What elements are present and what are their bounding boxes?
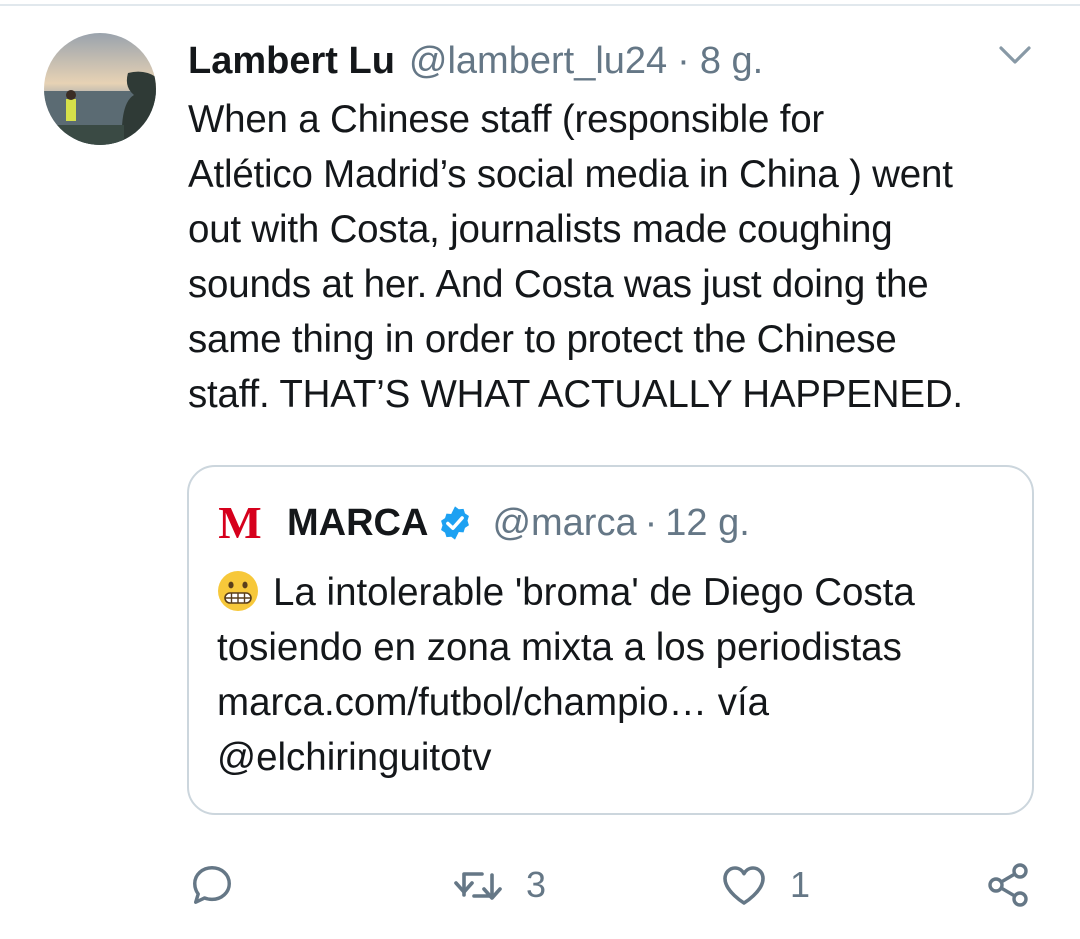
separator-dot: · [677,40,690,82]
tweet-text-line: staff. THAT’S WHAT ACTUALLY HAPPENED. [188,373,963,416]
avatar[interactable] [44,33,156,145]
tweet-text-line: same thing in order to protect the Chine… [188,318,897,361]
share-icon [988,863,1028,907]
quoted-author-handle: @marca [492,501,637,544]
tweet-time[interactable]: 8 g. [700,38,763,84]
quoted-text-line: tosiendo en zona mixta a los periodistas [217,626,902,669]
tweet-text-line: When a Chinese staff (responsible for [188,98,825,141]
reply-icon [193,866,231,904]
heart-icon [723,866,765,905]
grimacing-face-emoji-icon [218,571,258,611]
share-button[interactable] [986,850,1032,920]
separator-dot: · [644,501,658,544]
quoted-tweet-text: La intolerable 'broma' de Diego Costa to… [217,565,1017,785]
reply-button[interactable] [189,850,235,920]
tweet-text: When a Chinese staff (responsible for At… [188,92,1058,422]
like-count: 1 [790,864,811,905]
tweet-text-line: Atlético Madrid’s social media in China … [188,153,953,196]
author-handle[interactable]: @lambert_lu24 [409,38,667,84]
more-options-button[interactable] [998,44,1032,66]
quoted-text-mention[interactable]: @elchiringuitotv [217,730,1017,785]
author-name[interactable]: Lambert Lu [188,38,395,84]
quoted-author-name: MARCA [287,501,429,544]
retweet-icon [454,872,502,900]
marca-logo: M [218,497,262,548]
quoted-text-line-content: La intolerable 'broma' de Diego Costa [273,571,915,614]
avatar-image [44,33,156,145]
chevron-down-icon [999,46,1031,64]
retweet-button[interactable]: 3 [452,850,546,920]
tweet-text-line: sounds at her. And Costa was just doing … [188,263,929,306]
tweet-header: Lambert Lu @lambert_lu24 · 8 g. [188,38,763,84]
quoted-tweet-header: M MARCA @marca · 12 g. [217,499,750,547]
retweet-count: 3 [526,864,547,905]
verified-badge-icon [441,506,470,540]
quoted-text-line: La intolerable 'broma' de Diego Costa [217,565,1017,620]
quoted-text-link[interactable]: marca.com/futbol/champio… vía [217,675,1017,730]
quoted-tweet-time: 12 g. [665,501,750,544]
tweet-text-line: out with Costa, journalists made coughin… [188,208,893,251]
quoted-tweet-card[interactable]: M MARCA @marca · 12 g. La intolerable 'b… [187,465,1034,815]
top-divider [0,4,1080,6]
tweet-actions-bar: 3 1 [0,850,1080,920]
like-button[interactable]: 1 [720,850,810,920]
